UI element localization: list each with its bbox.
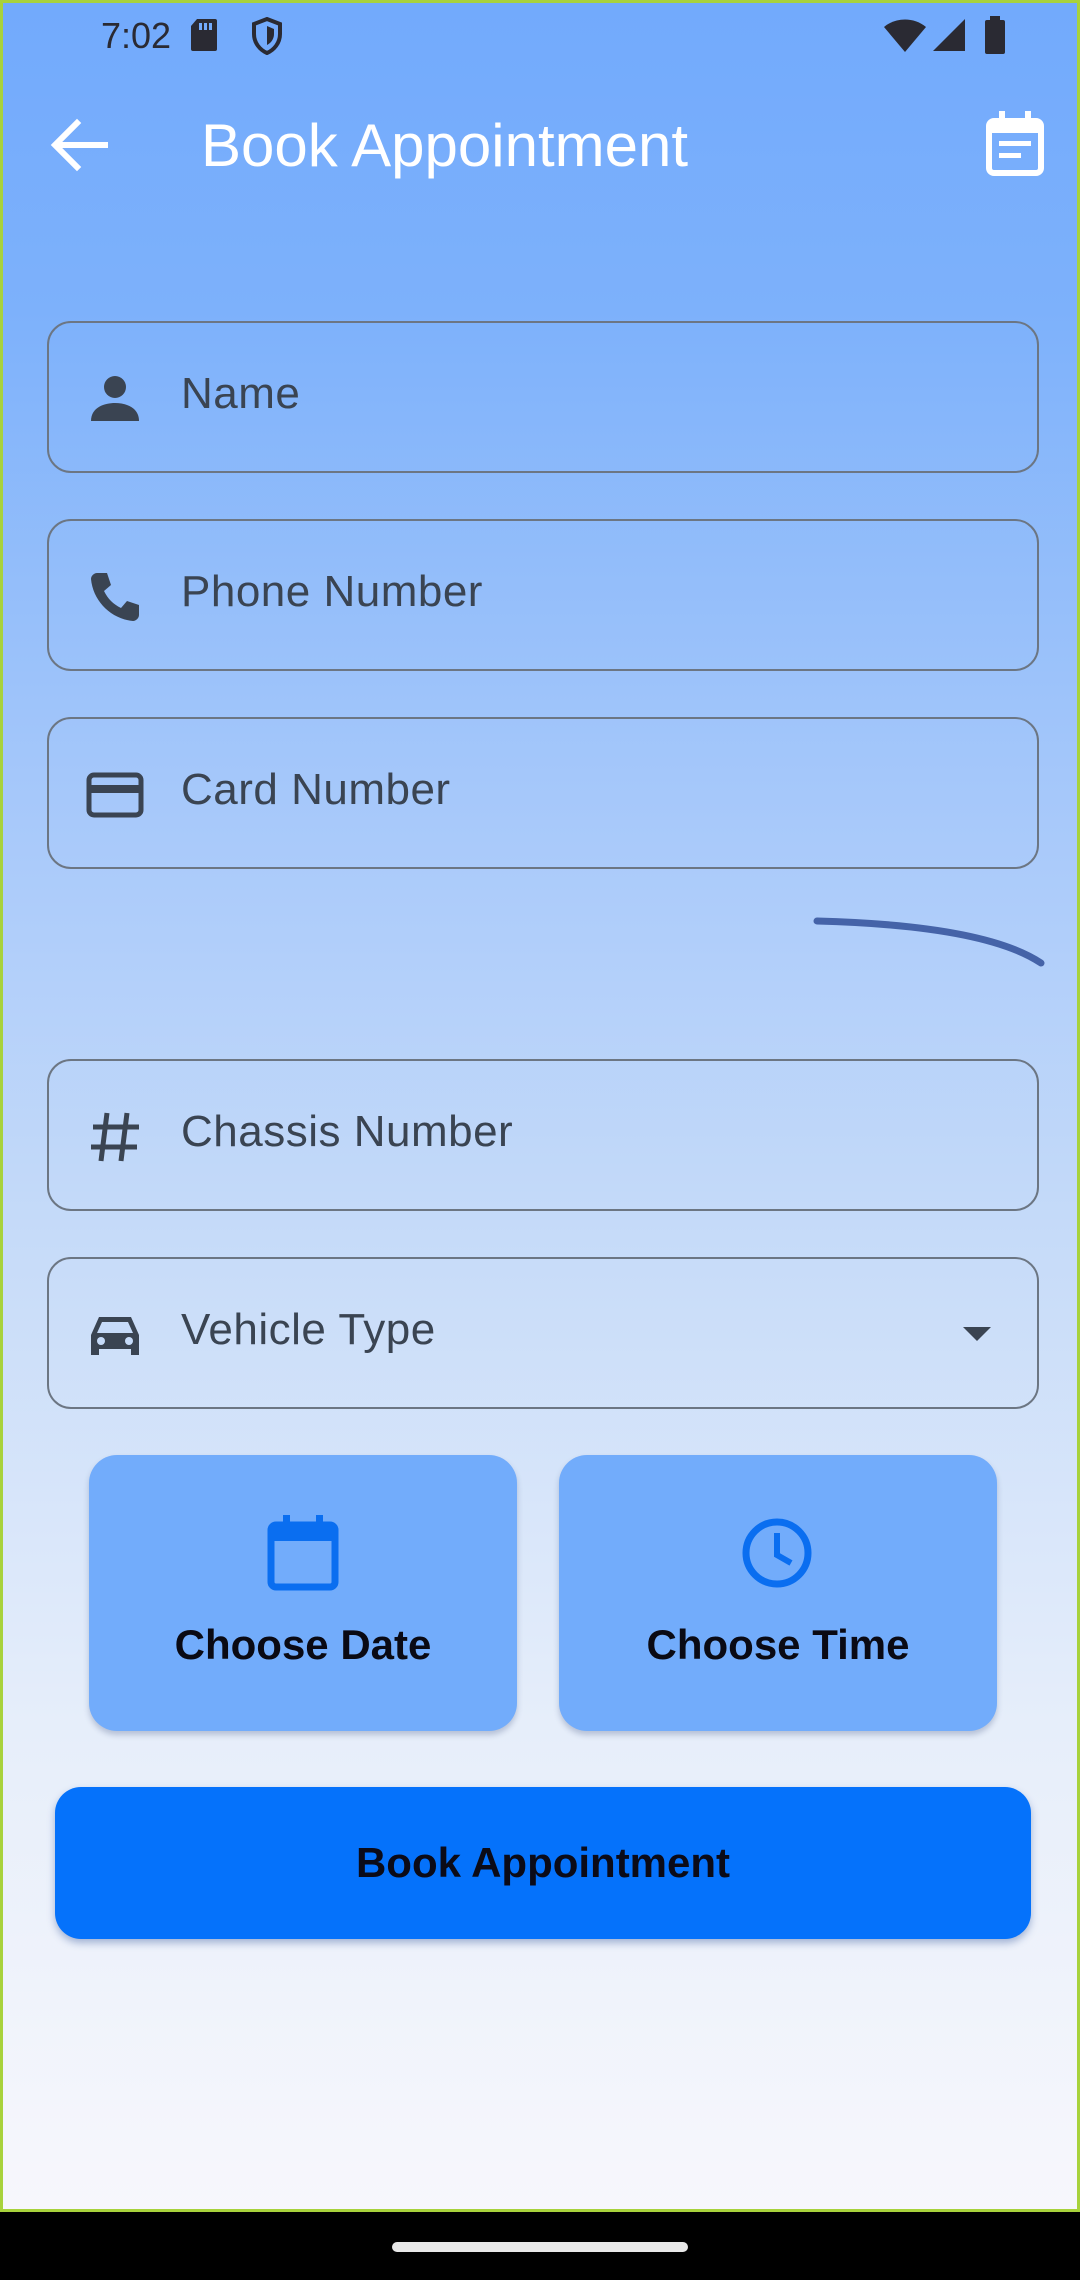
wifi-icon: [884, 19, 926, 52]
vehicle-type-dropdown[interactable]: Vehicle Type: [47, 1257, 1039, 1409]
page-title: Book Appointment: [201, 112, 689, 179]
battery-icon: [985, 16, 1005, 54]
dropdown-arrow-icon[interactable]: [955, 1319, 999, 1349]
shield-icon: [252, 17, 282, 55]
vehicle-type-label: Vehicle Type: [181, 1305, 436, 1354]
decorative-swoosh: [813, 917, 1045, 967]
status-time: 7:02: [101, 15, 172, 56]
phone-number-field[interactable]: Phone Number: [47, 519, 1039, 671]
name-field[interactable]: Name: [47, 321, 1039, 473]
chassis-number-field[interactable]: Chassis Number: [47, 1059, 1039, 1211]
clock-icon: [742, 1518, 812, 1588]
choose-time-label: Choose Time: [646, 1621, 910, 1668]
calendar-event-icon[interactable]: [983, 109, 1047, 177]
choose-date-label: Choose Date: [174, 1621, 432, 1668]
card-number-field[interactable]: Card Number: [47, 717, 1039, 869]
back-arrow-icon[interactable]: [47, 115, 111, 175]
book-appointment-label: Book Appointment: [355, 1839, 731, 1886]
app-bar: Book Appointment: [3, 93, 1077, 193]
book-appointment-button[interactable]: Book Appointment: [55, 1787, 1031, 1939]
choose-date-button[interactable]: Choose Date: [89, 1455, 517, 1731]
signal-icon: [933, 19, 965, 51]
choose-time-button[interactable]: Choose Time: [559, 1455, 997, 1731]
calendar-icon: [267, 1515, 339, 1591]
sd-card-icon: [191, 19, 217, 51]
status-bar: 7:02: [3, 3, 1077, 69]
home-indicator[interactable]: [392, 2242, 688, 2252]
navigation-bar: [0, 2212, 1080, 2280]
car-icon: [91, 1317, 139, 1355]
app-screen: 7:02 Book Appointment Name Phone Number …: [0, 0, 1080, 2212]
